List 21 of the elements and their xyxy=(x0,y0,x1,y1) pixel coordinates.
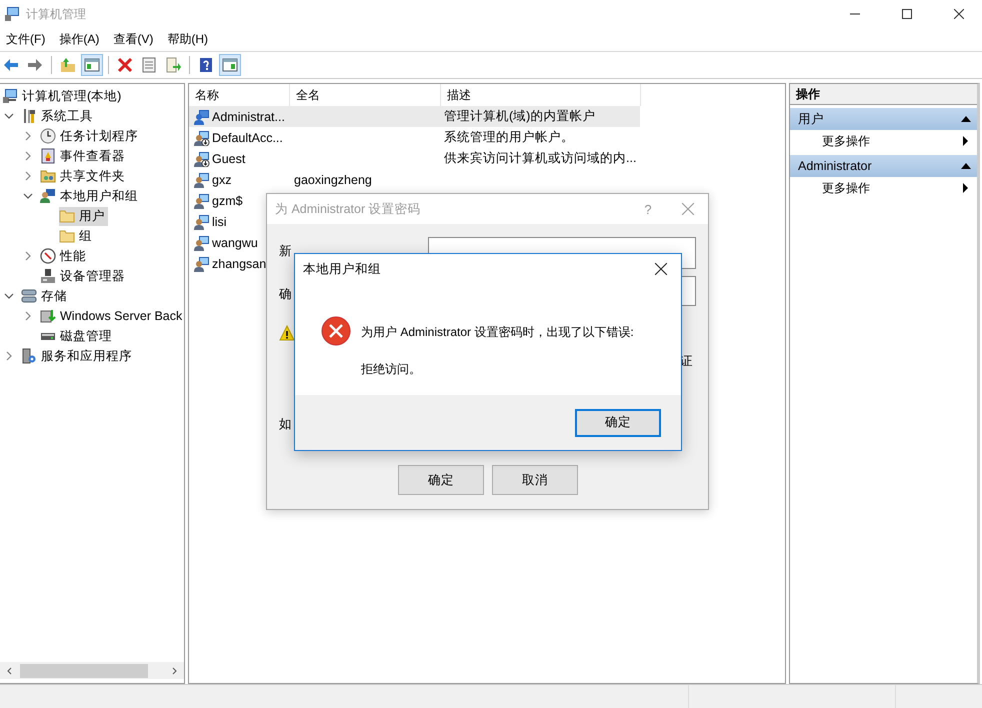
dialog-title: 本地用户和组 xyxy=(303,260,381,278)
pane-title: 操作 xyxy=(790,84,977,105)
table-cell: DefaultAcc... xyxy=(212,130,283,144)
table-cell: zhangsan xyxy=(212,256,266,270)
table-cell: gxz xyxy=(212,172,232,186)
table-cell: Administrat... xyxy=(212,110,285,124)
field-label: 确 xyxy=(279,286,292,303)
notice-text: 如 xyxy=(279,416,292,433)
window-title: 计算机管理 xyxy=(26,6,86,22)
table-cell: Guest xyxy=(212,152,246,166)
field-label: 新 xyxy=(279,243,292,260)
table-cell: lisi xyxy=(212,214,227,228)
table-cell: 管理计算机(域)的内置帐户 xyxy=(444,108,596,125)
table-cell: wangwu xyxy=(212,236,258,250)
table-cell: 供来宾访问计算机或访问域的内... xyxy=(444,150,636,167)
error-message: 为用户 Administrator 设置密码时，出现了以下错误: xyxy=(361,324,634,341)
table-cell: gaoxingzheng xyxy=(294,172,372,186)
dialog-title: 为 Administrator 设置密码 xyxy=(275,200,421,218)
error-detail: 拒绝访问。 xyxy=(361,361,422,378)
table-cell: gzm$ xyxy=(212,194,243,208)
table-cell: 系统管理的用户帐户。 xyxy=(444,129,574,146)
